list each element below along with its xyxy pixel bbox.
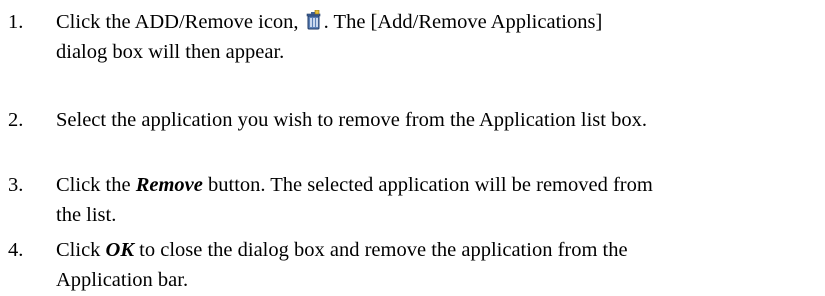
step-text: Click the Remove button. The selected ap… (56, 170, 816, 230)
step-text: Click the ADD/Remove icon, . The [Add/Re… (56, 7, 816, 67)
step-text-segment: button. The selected application will be… (202, 174, 653, 196)
remove-button-reference: Remove (135, 174, 203, 196)
step-line: dialog box will then appear. (56, 41, 285, 63)
step-text-segment: Click the (56, 174, 136, 196)
ok-button-reference: OK (105, 239, 135, 261)
step-text-segment: to close the dialog box and remove the a… (134, 239, 628, 261)
step-number: 3. (8, 174, 24, 196)
step-text-segment: . The [Add/Remove Applications] (323, 11, 603, 33)
step-number: 1. (8, 11, 24, 33)
step-line: Click OK to close the dialog box and rem… (56, 235, 816, 265)
step-line: the list. (56, 204, 117, 226)
step-line: Select the application you wish to remov… (56, 109, 647, 131)
step-text-segment: Click (56, 239, 106, 261)
step-text: Select the application you wish to remov… (56, 105, 816, 135)
add-remove-applications-icon (305, 10, 323, 30)
step-text-segment: Click the ADD/Remove icon, (56, 11, 304, 33)
step-line: Click the ADD/Remove icon, . The [Add/Re… (56, 7, 816, 37)
step-number: 2. (8, 109, 24, 131)
step-line: Click the Remove button. The selected ap… (56, 170, 816, 200)
step-number: 4. (8, 239, 24, 261)
step-text: Click OK to close the dialog box and rem… (56, 235, 816, 295)
step-line: Application bar. (56, 269, 189, 291)
